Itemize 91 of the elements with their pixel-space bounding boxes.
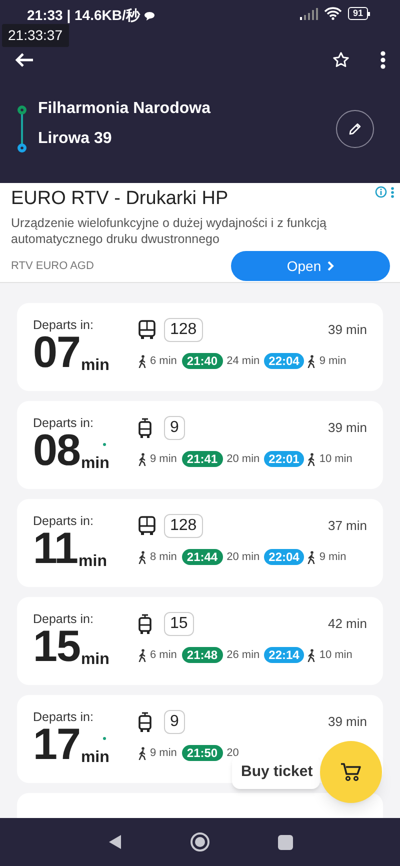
trip-duration: 39 min bbox=[328, 713, 367, 732]
walk-time: 6 min bbox=[150, 354, 177, 369]
minutes-value: 07 bbox=[33, 333, 80, 373]
destination-stop: Lirowa 39 bbox=[38, 128, 113, 148]
departure-card[interactable]: Departs in: 07min 128 39 min 6 min 21:40 24 min 22:04 9 min bbox=[17, 303, 383, 391]
ride-time: 24 min bbox=[226, 354, 260, 369]
walk-time: 9 min bbox=[150, 452, 177, 467]
line-number-badge: 15 bbox=[164, 612, 194, 636]
line-number-badge: 128 bbox=[164, 318, 203, 342]
signal-icon bbox=[300, 8, 318, 20]
edit-route-button[interactable] bbox=[336, 110, 374, 148]
minutes-unit: min bbox=[78, 553, 107, 571]
departure-time: 21:41 bbox=[182, 451, 223, 468]
wifi-icon bbox=[324, 7, 342, 20]
minutes-unit: min bbox=[80, 749, 110, 767]
walk-time: 9 min bbox=[319, 354, 346, 369]
trip-duration: 39 min bbox=[328, 419, 367, 438]
walking-person-icon bbox=[307, 452, 316, 466]
departure-time: 21:48 bbox=[182, 647, 223, 664]
bus-icon bbox=[138, 516, 156, 536]
walking-person-icon bbox=[138, 354, 147, 368]
walking-person-icon bbox=[307, 550, 316, 564]
arrival-time: 22:14 bbox=[264, 647, 304, 664]
arrival-time: 22:04 bbox=[264, 353, 304, 370]
ad-description: Urządzenie wielofunkcyjne o dużej wydajności i z funkcją automatycznego druku dwustronnego bbox=[11, 215, 328, 247]
back-arrow-icon[interactable] bbox=[14, 52, 34, 68]
ride-time: 20 min bbox=[226, 452, 260, 467]
home-nav-icon[interactable] bbox=[190, 832, 210, 852]
walking-person-icon bbox=[307, 648, 316, 662]
walk-time: 9 min bbox=[150, 746, 177, 761]
ad-banner[interactable]: EURO RTV - Drukarki HP Urządzenie wielofunkcyjne o dużej wydajności i z funkcją automatycznego druku dwustronnego RTV EURO AGD Open bbox=[0, 183, 400, 283]
minutes-value: 11 bbox=[33, 529, 78, 569]
info-icon[interactable] bbox=[375, 186, 387, 198]
departure-time: 21:44 bbox=[182, 549, 223, 566]
minutes-value: 08 bbox=[33, 431, 80, 471]
walk-time: 10 min bbox=[319, 452, 352, 467]
departure-card[interactable]: Departs in: 11min 128 37 min 8 min 21:44 20 min 22:04 9 min bbox=[17, 499, 383, 587]
advertiser-name: RTV EURO AGD bbox=[11, 258, 94, 274]
walking-person-icon bbox=[138, 648, 147, 662]
departure-card[interactable]: Departs in: 08min 9 39 min 9 min 21:41 20 min 22:01 10 min bbox=[17, 401, 383, 489]
walking-person-icon bbox=[138, 452, 147, 466]
minutes-unit: min bbox=[80, 651, 110, 669]
walk-time: 8 min bbox=[150, 550, 177, 565]
trip-duration: 42 min bbox=[328, 615, 367, 634]
line-number-badge: 9 bbox=[164, 416, 185, 440]
cart-icon bbox=[340, 762, 362, 782]
origin-stop: Filharmonia Narodowa bbox=[38, 98, 210, 118]
buy-ticket-label[interactable]: Buy ticket bbox=[232, 755, 320, 789]
departure-time: 21:40 bbox=[182, 353, 223, 370]
departure-card[interactable]: Departs in: 15min 15 42 min 6 min 21:48 26 min 22:14 10 min bbox=[17, 597, 383, 685]
star-icon[interactable] bbox=[332, 51, 350, 69]
walk-time: 9 min bbox=[319, 550, 346, 565]
route-line-icon bbox=[16, 104, 28, 154]
open-button[interactable]: Open bbox=[231, 251, 390, 281]
battery-icon: 91 bbox=[348, 7, 370, 20]
back-nav-icon[interactable] bbox=[108, 834, 122, 850]
tram-icon bbox=[138, 418, 152, 438]
walking-person-icon bbox=[138, 550, 147, 564]
more-options-icon[interactable] bbox=[380, 51, 386, 69]
departs-label: Departs in: bbox=[33, 318, 94, 333]
departure-time: 21:50 bbox=[182, 745, 223, 762]
minutes-value: 17 bbox=[33, 725, 80, 765]
walking-person-icon bbox=[138, 746, 147, 760]
walk-time: 6 min bbox=[150, 648, 177, 663]
bus-icon bbox=[138, 320, 156, 340]
trip-duration: 37 min bbox=[328, 517, 367, 536]
departs-label: Departs in: bbox=[33, 710, 94, 725]
status-time: 21:33 | 14.6KB/秒 bbox=[27, 7, 140, 24]
line-number-badge: 9 bbox=[164, 710, 185, 734]
ride-time: 26 min bbox=[226, 648, 260, 663]
tram-icon bbox=[138, 712, 152, 732]
departs-label: Departs in: bbox=[33, 612, 94, 627]
tram-icon bbox=[138, 614, 152, 634]
ad-title: EURO RTV - Drukarki HP bbox=[11, 187, 230, 211]
line-number-badge: 128 bbox=[164, 514, 203, 538]
arrival-time: 22:01 bbox=[264, 451, 304, 468]
chevron-right-icon bbox=[327, 261, 334, 271]
walking-person-icon bbox=[307, 354, 316, 368]
pencil-icon bbox=[348, 122, 362, 136]
arrival-time: 22:04 bbox=[264, 549, 304, 566]
departs-label: Departs in: bbox=[33, 416, 94, 431]
recents-nav-icon[interactable] bbox=[278, 834, 292, 850]
trip-duration: 39 min bbox=[328, 321, 367, 340]
minutes-value: 15 bbox=[33, 627, 80, 667]
timestamp-overlay: 21:33:37 bbox=[2, 24, 68, 47]
walk-time: 10 min bbox=[319, 648, 352, 663]
chat-icon bbox=[144, 10, 155, 20]
departs-label: Departs in: bbox=[33, 514, 94, 529]
minutes-unit: min bbox=[80, 455, 110, 473]
ride-time: 20 min bbox=[226, 550, 260, 565]
minutes-unit: min bbox=[80, 357, 110, 375]
